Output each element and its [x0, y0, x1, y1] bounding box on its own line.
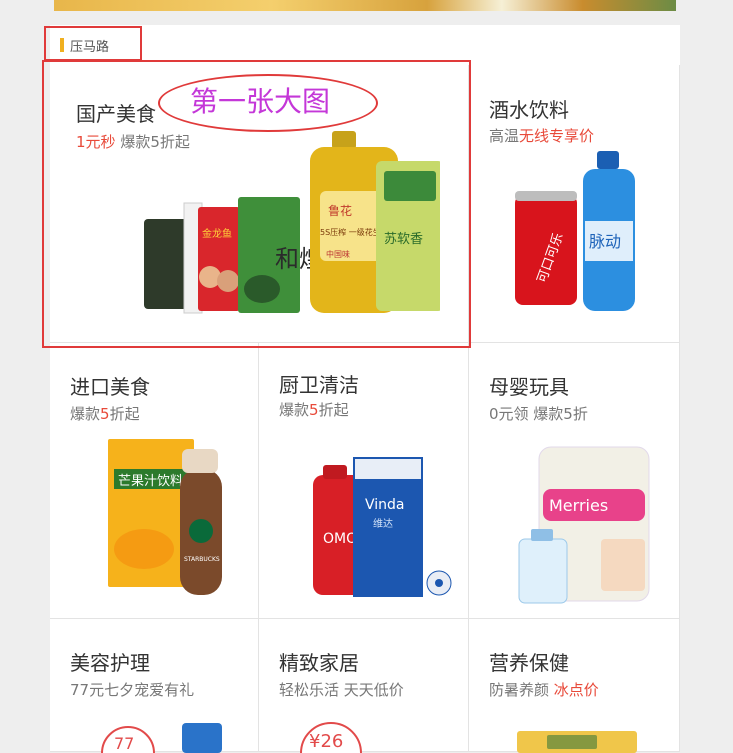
- svg-text:苏软香: 苏软香: [384, 231, 423, 247]
- price-badge-image: ¥26: [300, 722, 362, 753]
- svg-text:中国味: 中国味: [326, 249, 350, 259]
- tile-kitchen-cleaning[interactable]: 厨卫清洁 爆款5折起 OMO Vinda 维达: [259, 343, 469, 619]
- tile-title: 美容护理: [70, 651, 150, 675]
- tile-title: 厨卫清洁: [279, 373, 359, 397]
- svg-text:Merries: Merries: [549, 496, 608, 515]
- tile-subtitle: 高温无线专享价: [489, 127, 595, 145]
- imported-food-image: 芒果汁饮料 STARBUCKS: [108, 439, 222, 595]
- tile-subtitle: 0元领 爆款5折: [489, 405, 588, 423]
- svg-text:STARBUCKS: STARBUCKS: [184, 556, 220, 563]
- section-tab[interactable]: 压马路: [50, 25, 680, 66]
- tile-beauty-care[interactable]: 美容护理 77元七夕宠爱有礼 77: [50, 619, 259, 753]
- svg-text:金龙鱼: 金龙鱼: [202, 227, 232, 240]
- tile-subtitle: 爆款5折起: [70, 405, 140, 423]
- food-products-image: 金龙鱼 和煌 鲁花 5S压榨 一级花生油 中国味 苏软香: [144, 131, 440, 314]
- top-banner-image[interactable]: [54, 0, 676, 11]
- tile-subtitle: 爆款5折起: [279, 401, 349, 419]
- svg-text:维达: 维达: [373, 517, 393, 530]
- tile-nutrition-health[interactable]: 营养保健 防暑养颜 冰点价: [469, 619, 680, 753]
- tile-title: 国产美食: [76, 102, 156, 126]
- baby-products-image: Merries: [518, 446, 650, 604]
- tile-title: 母婴玩具: [489, 375, 569, 399]
- tile-title: 精致家居: [279, 651, 359, 675]
- svg-text:77: 77: [114, 734, 134, 753]
- svg-text:Vinda: Vinda: [365, 497, 405, 513]
- tile-subtitle: 77元七夕宠爱有礼: [70, 681, 195, 699]
- tile-title: 营养保健: [489, 651, 569, 675]
- tile-home-living[interactable]: 精致家居 轻松乐活 天天低价 ¥26: [259, 619, 469, 753]
- tab-accent-bar: [60, 38, 64, 52]
- svg-text:¥26: ¥26: [309, 731, 343, 752]
- tile-imported-food[interactable]: 进口美食 爆款5折起 芒果汁饮料 STARBUCKS: [50, 343, 259, 619]
- tile-baby-toys[interactable]: 母婴玩具 0元领 爆款5折 Merries: [469, 343, 680, 619]
- svg-text:芒果汁饮料: 芒果汁饮料: [118, 473, 183, 489]
- tile-title: 酒水饮料: [489, 98, 569, 122]
- svg-text:OMO: OMO: [323, 531, 357, 547]
- tile-subtitle: 防暑养颜 冰点价: [489, 681, 599, 699]
- svg-text:脉动: 脉动: [589, 232, 621, 251]
- annotation-text: 第一张大图: [190, 85, 331, 118]
- drinks-image: 可口可乐 脉动: [515, 151, 635, 311]
- svg-text:鲁花: 鲁花: [328, 203, 352, 218]
- tile-drinks[interactable]: 酒水饮料 高温无线专享价 可口可乐 脉动: [469, 65, 680, 343]
- tile-title: 进口美食: [70, 375, 150, 399]
- cleaning-products-image: OMO Vinda 维达: [313, 457, 452, 597]
- health-products-image: [517, 731, 637, 753]
- category-panel: 压马路 国产美食 1元秒 爆款5折起 金龙鱼 和煌 鲁花 5S压榨 一级花生油 …: [50, 25, 680, 753]
- tile-subtitle: 轻松乐活 天天低价: [279, 681, 404, 699]
- section-title: 压马路: [70, 40, 110, 55]
- beauty-products-image: 77: [101, 723, 222, 753]
